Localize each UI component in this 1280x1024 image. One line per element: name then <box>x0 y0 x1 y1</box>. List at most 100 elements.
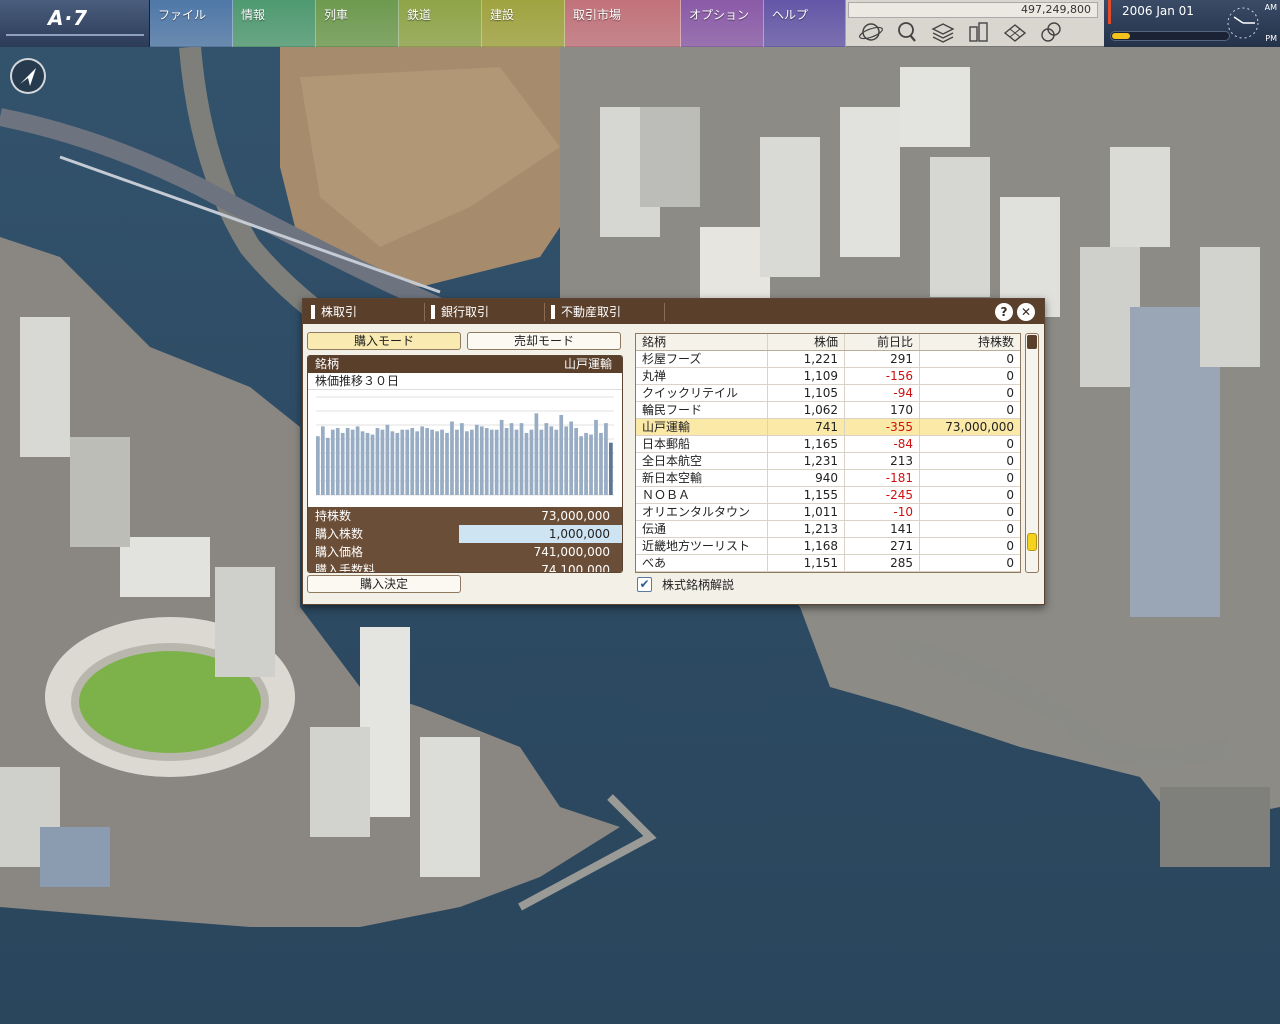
chart-bar <box>325 437 330 495</box>
cell-own: 73,000,000 <box>945 420 1014 434</box>
table-row[interactable]: 杉屋フーズ 1,221 291 0 <box>636 351 1020 368</box>
cell-price: 1,155 <box>768 487 845 503</box>
cell-price: 940 <box>768 470 845 486</box>
scroll-thumb[interactable] <box>1027 533 1037 551</box>
table-row[interactable]: 近畿地方ツーリスト 1,168 271 0 <box>636 538 1020 555</box>
menu-item-6[interactable]: オプション <box>681 0 764 47</box>
table-row[interactable]: 新日本空輸 940 -181 0 <box>636 470 1020 487</box>
chart-bar <box>400 429 405 495</box>
cell-name: 新日本空輸 <box>636 470 768 486</box>
chart-bar <box>539 429 544 495</box>
rotate-icon[interactable] <box>1036 18 1066 46</box>
table-row[interactable]: クイックリテイル 1,105 -94 0 <box>636 385 1020 402</box>
col-header-name[interactable]: 銘柄 <box>636 334 768 350</box>
cell-price: 741 <box>768 419 845 435</box>
cell-diff: -156 <box>845 368 920 384</box>
cell-name: ＮＯＢＡ <box>636 487 768 503</box>
col-header-price[interactable]: 株価 <box>768 334 845 350</box>
tab-stock-trade[interactable]: 株取引 <box>311 303 425 321</box>
date-time-panel: 2006 Jan 01 AM PM <box>1104 0 1280 47</box>
chart-bar <box>564 426 569 495</box>
buy-price-label: 購入価格 <box>315 545 364 559</box>
stock-explanation-checkbox[interactable]: ✔ <box>637 577 652 592</box>
cell-diff: -355 <box>845 419 920 435</box>
cell-own: 0 <box>1006 539 1014 553</box>
search-magnifier-icon[interactable] <box>892 18 922 46</box>
table-row[interactable]: オリエンタルタウン 1,011 -10 0 <box>636 504 1020 521</box>
speed-slider-knob[interactable] <box>1112 33 1130 39</box>
table-row[interactable]: 全日本航空 1,231 213 0 <box>636 453 1020 470</box>
cell-own: 0 <box>1006 505 1014 519</box>
tab-bank-trade[interactable]: 銀行取引 <box>431 303 545 321</box>
menu-item-2[interactable]: 列車 <box>316 0 399 47</box>
scroll-up-arrow[interactable] <box>1027 335 1037 349</box>
cell-name: クイックリテイル <box>636 385 768 401</box>
cell-own: 0 <box>1006 369 1014 383</box>
close-button[interactable]: ✕ <box>1017 303 1035 321</box>
stock-detail-header: 銘柄 山戸運輸 <box>308 356 622 373</box>
cell-own: 0 <box>1006 454 1014 468</box>
menu-item-0[interactable]: ファイル <box>150 0 233 47</box>
cell-name: 山戸運輸 <box>636 419 768 435</box>
stock-detail-panel: 銘柄 山戸運輸 株価推移３０日 持株数 73,000,000 購入株数 1,00… <box>307 355 623 573</box>
planet-icon[interactable] <box>856 18 886 46</box>
chart-bar <box>375 428 380 495</box>
chart-bar <box>514 429 519 495</box>
menu-item-1[interactable]: 情報 <box>233 0 316 47</box>
menu-item-label: 取引市場 <box>573 8 622 22</box>
chart-bar <box>440 429 444 495</box>
buy-mode-button[interactable]: 購入モード <box>307 332 461 350</box>
table-scrollbar[interactable] <box>1025 333 1039 573</box>
chart-bar <box>609 442 613 495</box>
chart-bar <box>544 423 549 495</box>
table-body: 杉屋フーズ 1,221 291 0 丸禅 1,109 -156 0 クイックリテイル 1,105-… <box>636 351 1020 572</box>
col-header-owned[interactable]: 持株数 <box>920 334 1020 350</box>
table-row[interactable]: 山戸運輸 741 -355 73,000,000 <box>636 419 1020 436</box>
table-row[interactable]: 伝通 1,213 141 0 <box>636 521 1020 538</box>
cell-name: 伝通 <box>636 521 768 537</box>
chart-title: 株価推移３０日 <box>308 373 622 390</box>
cell-diff: -84 <box>845 436 920 452</box>
cell-diff: 285 <box>845 555 920 571</box>
cell-diff: 291 <box>845 351 920 367</box>
cell-own: 0 <box>1006 488 1014 502</box>
table-row[interactable]: 丸禅 1,109 -156 0 <box>636 368 1020 385</box>
chart-bar <box>420 426 425 495</box>
layers-icon[interactable] <box>928 18 958 46</box>
stock-explanation-toggle: ✔ 株式銘柄解説 <box>637 576 734 593</box>
chart-bar <box>499 419 504 495</box>
table-row[interactable]: 輪民フード 1,062 170 0 <box>636 402 1020 419</box>
menu-item-4[interactable]: 建設 <box>482 0 565 47</box>
grid-icon[interactable] <box>1000 18 1030 46</box>
menu-item-7[interactable]: ヘルプ <box>764 0 846 47</box>
logo-text: A·7 <box>48 6 88 30</box>
view-toolbar <box>848 18 1098 46</box>
tab-real-estate-trade[interactable]: 不動産取引 <box>551 303 665 321</box>
chart-bar <box>524 432 529 495</box>
compass-icon[interactable] <box>10 58 46 94</box>
buildings-icon[interactable] <box>964 18 994 46</box>
price-history-chart <box>316 396 614 496</box>
table-row[interactable]: ＮＯＢＡ 1,155 -245 0 <box>636 487 1020 504</box>
menu-item-3[interactable]: 鉄道 <box>399 0 482 47</box>
table-row[interactable]: べあ 1,151 285 0 <box>636 555 1020 572</box>
selected-stock-name: 山戸運輸 <box>563 357 612 371</box>
confirm-purchase-button[interactable]: 購入決定 <box>307 575 461 593</box>
chart-bar <box>474 424 479 495</box>
game-speed-slider[interactable] <box>1110 31 1230 41</box>
fee-value: 74,100,000 <box>541 563 610 573</box>
sell-mode-button[interactable]: 売却モード <box>467 332 621 350</box>
menu-item-5[interactable]: 取引市場 <box>565 0 681 47</box>
chart-bar <box>430 429 434 495</box>
col-header-diff[interactable]: 前日比 <box>845 334 920 350</box>
buy-quantity-input[interactable]: 1,000,000 <box>459 525 622 543</box>
chart-bar <box>335 428 340 495</box>
help-button[interactable]: ? <box>995 303 1013 321</box>
chart-bar <box>395 432 400 495</box>
chart-bar <box>385 424 390 495</box>
game-date: 2006 Jan 01 <box>1122 4 1194 18</box>
chart-bar <box>410 428 415 495</box>
cell-own: 0 <box>1006 386 1014 400</box>
table-row[interactable]: 日本郵船 1,165 -84 0 <box>636 436 1020 453</box>
chart-bar <box>494 429 499 495</box>
